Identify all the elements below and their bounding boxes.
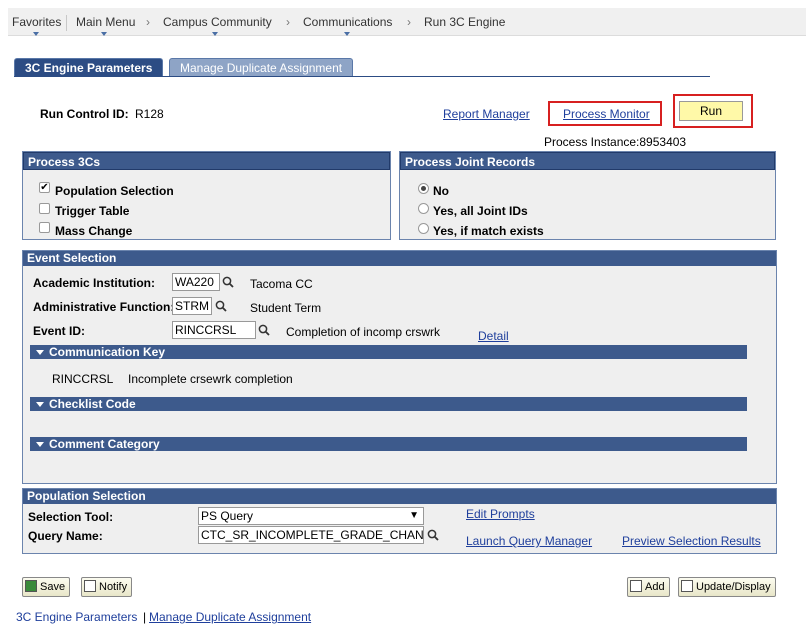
update-display-button[interactable]: Update/Display bbox=[678, 577, 776, 597]
communications-caret-icon bbox=[344, 32, 350, 36]
population-selection-label: Population Selection bbox=[55, 184, 174, 198]
notify-icon bbox=[84, 580, 96, 592]
joint-all-label: Yes, all Joint IDs bbox=[433, 204, 528, 218]
admin-function-input[interactable]: STRM bbox=[172, 297, 212, 315]
run-control-value: R128 bbox=[135, 107, 164, 121]
checklist-code-header[interactable]: Checklist Code bbox=[30, 397, 747, 411]
run-control-label: Run Control ID: bbox=[40, 107, 129, 121]
process-monitor-link[interactable]: Process Monitor bbox=[563, 107, 650, 121]
communication-key-title: Communication Key bbox=[49, 345, 166, 359]
notify-button[interactable]: Notify bbox=[81, 577, 133, 597]
dropdown-arrow-icon: ▼ bbox=[409, 510, 419, 521]
footer-link-3c-engine-parameters[interactable]: 3C Engine Parameters bbox=[16, 610, 137, 624]
save-button[interactable]: Save bbox=[22, 577, 71, 597]
population-selection-header: Population Selection bbox=[23, 489, 776, 504]
add-icon bbox=[630, 580, 642, 592]
event-id-input[interactable]: RINCCRSL bbox=[172, 321, 256, 339]
query-name-lookup-icon[interactable] bbox=[427, 529, 439, 541]
joint-no-label: No bbox=[433, 184, 449, 198]
population-selection-checkbox[interactable]: ✔ bbox=[39, 182, 50, 193]
main-menu-caret-icon bbox=[101, 32, 107, 36]
footer-separator: | bbox=[143, 610, 147, 624]
joint-match-radio[interactable] bbox=[418, 223, 429, 234]
add-label: Add bbox=[645, 581, 665, 593]
preview-selection-results-link[interactable]: Preview Selection Results bbox=[622, 534, 761, 548]
comment-category-title: Comment Category bbox=[49, 437, 160, 451]
comment-category-header[interactable]: Comment Category bbox=[30, 437, 747, 451]
admin-function-label: Administrative Function: bbox=[33, 300, 175, 314]
run-button[interactable]: Run bbox=[679, 101, 743, 121]
collapse-arrow-icon bbox=[36, 441, 44, 447]
detail-link[interactable]: Detail bbox=[478, 329, 509, 343]
event-id-label: Event ID: bbox=[33, 324, 86, 338]
selection-tool-label: Selection Tool: bbox=[28, 510, 114, 524]
report-manager-link[interactable]: Report Manager bbox=[443, 107, 530, 121]
notify-label: Notify bbox=[99, 581, 128, 593]
event-id-lookup-icon[interactable] bbox=[258, 324, 270, 336]
communication-key-desc: Incomplete crsewrk completion bbox=[128, 372, 293, 386]
institution-label: Academic Institution: bbox=[33, 276, 156, 290]
breadcrumb-arrow-icon: › bbox=[146, 15, 150, 29]
breadcrumb-arrow-icon: › bbox=[407, 15, 411, 29]
footer-link-manage-duplicate-assignment[interactable]: Manage Duplicate Assignment bbox=[149, 610, 311, 624]
query-name-input[interactable]: CTC_SR_INCOMPLETE_GRADE_CHAN bbox=[198, 526, 424, 544]
tab-underline bbox=[14, 76, 710, 77]
trigger-table-label: Trigger Table bbox=[55, 204, 130, 218]
institution-desc: Tacoma CC bbox=[250, 277, 313, 291]
add-button[interactable]: Add bbox=[627, 577, 670, 597]
selection-tool-select[interactable]: PS Query ▼ bbox=[198, 507, 424, 525]
communication-key-code: RINCCRSL bbox=[52, 372, 114, 386]
joint-records-header: Process Joint Records bbox=[400, 152, 775, 170]
breadcrumb-campus-community[interactable]: Campus Community bbox=[163, 15, 272, 29]
update-display-label: Update/Display bbox=[696, 581, 771, 593]
mass-change-label: Mass Change bbox=[55, 224, 133, 238]
trigger-table-checkbox[interactable] bbox=[39, 203, 50, 214]
campus-community-caret-icon bbox=[212, 32, 218, 36]
admin-function-lookup-icon[interactable] bbox=[215, 300, 227, 312]
tab-3c-engine-parameters[interactable]: 3C Engine Parameters bbox=[14, 58, 164, 77]
collapse-arrow-icon bbox=[36, 349, 44, 355]
institution-input[interactable]: WA220 bbox=[172, 273, 220, 291]
breadcrumb-separator bbox=[66, 15, 67, 31]
process-3cs-header: Process 3Cs bbox=[23, 152, 390, 170]
tab-manage-duplicate-assignment[interactable]: Manage Duplicate Assignment bbox=[169, 58, 354, 77]
breadcrumb-arrow-icon: › bbox=[286, 15, 290, 29]
communication-key-header[interactable]: Communication Key bbox=[30, 345, 747, 359]
joint-no-radio[interactable] bbox=[418, 183, 429, 194]
edit-prompts-link[interactable]: Edit Prompts bbox=[466, 507, 535, 521]
event-selection-header: Event Selection bbox=[23, 251, 776, 266]
process-instance-text: Process Instance:8953403 bbox=[544, 135, 687, 149]
institution-lookup-icon[interactable] bbox=[222, 276, 234, 288]
launch-query-manager-link[interactable]: Launch Query Manager bbox=[466, 534, 592, 548]
joint-all-radio[interactable] bbox=[418, 203, 429, 214]
save-icon bbox=[25, 580, 37, 592]
breadcrumb-current: Run 3C Engine bbox=[424, 15, 506, 29]
breadcrumb-main-menu[interactable]: Main Menu bbox=[76, 15, 135, 29]
collapse-arrow-icon bbox=[36, 401, 44, 407]
event-id-desc: Completion of incomp crswrk bbox=[286, 325, 441, 339]
query-name-label: Query Name: bbox=[28, 529, 103, 543]
breadcrumb-communications[interactable]: Communications bbox=[303, 15, 392, 29]
selection-tool-value: PS Query bbox=[201, 509, 254, 523]
update-display-icon bbox=[681, 580, 693, 592]
breadcrumb-favorites[interactable]: Favorites bbox=[12, 15, 61, 29]
mass-change-checkbox[interactable] bbox=[39, 222, 50, 233]
favorites-caret-icon bbox=[33, 32, 39, 36]
checklist-code-title: Checklist Code bbox=[49, 397, 136, 411]
joint-match-label: Yes, if match exists bbox=[433, 224, 544, 238]
admin-function-desc: Student Term bbox=[250, 301, 322, 315]
save-label: Save bbox=[40, 581, 66, 593]
